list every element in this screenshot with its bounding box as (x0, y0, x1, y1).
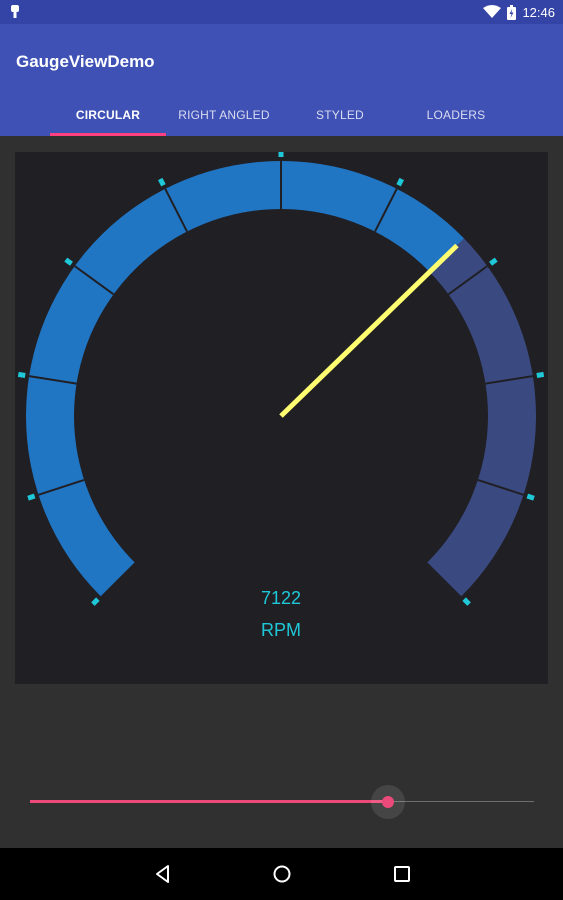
gauge-tick-mark (536, 371, 545, 378)
gauge-tick-mark (396, 177, 404, 187)
gauge-tick-mark (489, 257, 498, 266)
gauge-view: 7122 RPM (15, 152, 548, 684)
navigation-bar (0, 848, 563, 900)
gauge-dial: 7122 RPM (17, 152, 545, 640)
tab-right-angled[interactable]: RIGHT ANGLED (166, 94, 282, 136)
gauge-tick-mark (64, 257, 73, 266)
gauge-tick-mark (17, 371, 26, 378)
status-time: 12:46 (522, 4, 555, 20)
back-icon[interactable] (151, 862, 175, 886)
gauge-unit: RPM (261, 620, 301, 640)
slider-fill (30, 800, 388, 803)
notification-icon (11, 5, 19, 18)
gauge-value: 7122 (261, 588, 301, 608)
home-icon[interactable] (270, 862, 294, 886)
app-bar: GaugeViewDemo CIRCULAR RIGHT ANGLED STYL… (0, 24, 563, 136)
gauge-tick-mark (91, 597, 100, 606)
app-title: GaugeViewDemo (16, 52, 155, 71)
tab-styled[interactable]: STYLED (282, 94, 398, 136)
gauge-tick-mark (462, 597, 471, 606)
battery-icon (507, 4, 517, 20)
rpm-slider[interactable] (30, 782, 534, 822)
recents-icon[interactable] (390, 862, 414, 886)
wifi-icon (483, 5, 502, 18)
tab-loaders[interactable]: LOADERS (398, 94, 514, 136)
tab-bar: CIRCULAR RIGHT ANGLED STYLED LOADERS (50, 94, 514, 136)
status-bar: 12:46 (0, 0, 563, 24)
gauge-inactive-arc (427, 238, 536, 597)
slider-thumb[interactable] (381, 796, 394, 808)
gauge-tick-mark (158, 177, 166, 187)
gauge-active-arc (26, 161, 465, 597)
tab-circular[interactable]: CIRCULAR (50, 94, 166, 136)
gauge-tick-mark (27, 493, 36, 501)
gauge-needle (279, 243, 459, 418)
gauge-tick-mark (526, 493, 535, 501)
